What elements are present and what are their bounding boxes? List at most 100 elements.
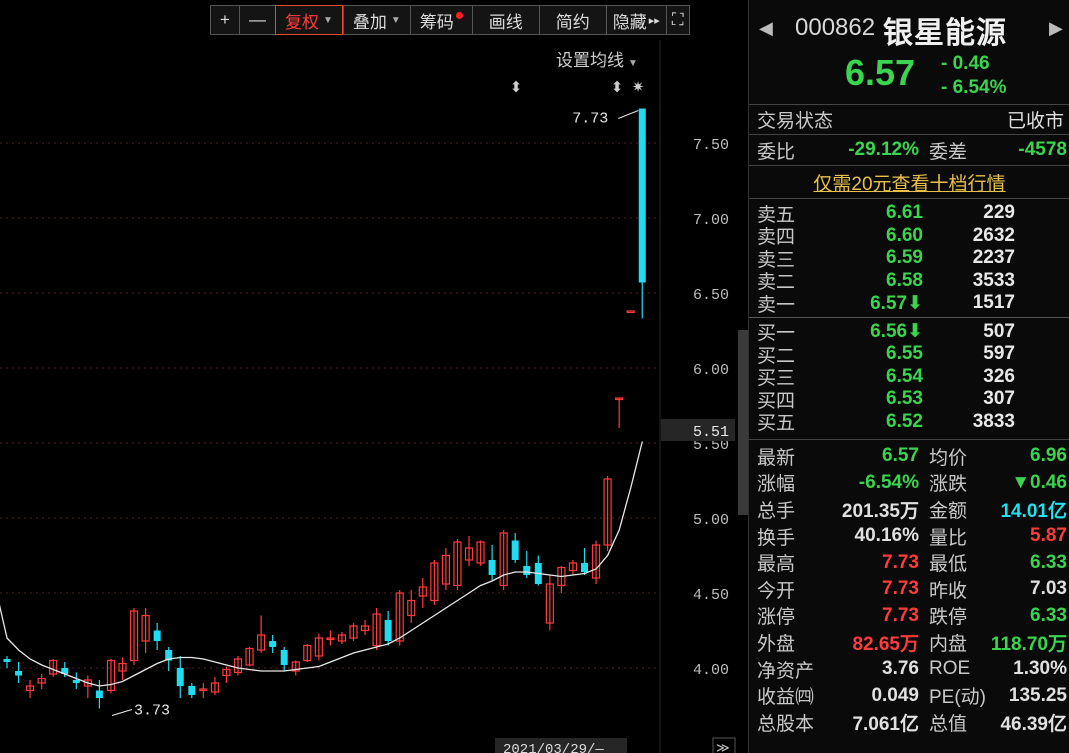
bid-row[interactable]: 买一 6.56⬇ 507 [749, 320, 1069, 345]
order-ratio-row: 委比 -29.12% 委差 -4578 [749, 134, 1069, 165]
notification-dot-icon [455, 11, 463, 19]
stat-label: 涨跌 [929, 474, 968, 496]
plus-icon: + [220, 10, 230, 29]
candle-body [176, 668, 184, 686]
stat-value: 7.73 [882, 551, 919, 573]
candle-body [523, 566, 531, 575]
stat-label: 跌停 [929, 607, 968, 629]
change-amount: - 0.46 [941, 53, 990, 74]
change-percent: - 6.54% [941, 77, 1007, 98]
stat-value: 1.30% [1013, 658, 1067, 680]
stat-label: 最高 [757, 554, 796, 576]
overlay-button[interactable]: 叠加 ▼ [342, 5, 410, 35]
stat-label: 净资产 [757, 660, 815, 682]
quote-panel: ◀ 000862 银星能源 ▶ 6.57 - 0.46 - 6.54% 交易状态… [748, 0, 1069, 753]
previous-stock-arrow-icon[interactable]: ◀ [759, 18, 773, 39]
stat-value: 82.65万 [852, 633, 919, 655]
stats-row: 最新 6.57 均价 6.96 [749, 443, 1069, 470]
adjust-rights-button[interactable]: 复权 ▼ [274, 5, 343, 35]
peak-arrow [618, 110, 639, 119]
quote-header: ◀ 000862 银星能源 ▶ 6.57 - 0.46 - 6.54% [749, 0, 1069, 104]
stat-value: 5.87 [1030, 525, 1067, 547]
trough-price-label: 3.73 [134, 703, 170, 720]
stat-value: 6.96 [1030, 445, 1067, 467]
stat-label: 收益㈣ [757, 687, 815, 709]
ask-volume: 2237 [972, 247, 1015, 269]
date-label: 2021/03/29/— [503, 742, 604, 753]
last-price: 6.57 [845, 52, 916, 93]
stat-value: 3.76 [882, 658, 919, 680]
stat-value: 0.049 [871, 684, 919, 706]
ask-price: 6.60 [886, 224, 923, 246]
stat-value: 6.33 [1030, 551, 1067, 573]
ask-row[interactable]: 卖一 6.57⬇ 1517 [749, 292, 1069, 316]
bid-volume: 3833 [972, 410, 1015, 432]
zoom-in-button[interactable]: + [210, 5, 239, 35]
bid-price: 6.56⬇ [870, 321, 923, 343]
stat-label: 涨幅 [757, 474, 796, 496]
stat-label: ROE [929, 658, 971, 680]
bid-level-label: 买五 [757, 413, 796, 435]
ask-price: 6.57⬇ [870, 292, 923, 314]
bid-row[interactable]: 买二 6.55 597 [749, 343, 1069, 367]
chart-scrollbar[interactable] [738, 330, 748, 515]
draw-line-button[interactable]: 画线 [471, 5, 539, 35]
bid-row[interactable]: 买三 6.54 326 [749, 366, 1069, 390]
ask-row[interactable]: 卖二 6.58 3533 [749, 269, 1069, 294]
stat-value: 14.01亿 [1000, 500, 1067, 522]
ask-row[interactable]: 卖五 6.61 229 [749, 202, 1069, 226]
fast-forward-icon: ▸▸ [648, 14, 660, 27]
next-stock-arrow-icon[interactable]: ▶ [1049, 18, 1063, 39]
ask-row[interactable]: 卖四 6.60 2632 [749, 224, 1069, 249]
stock-code: 000862 [795, 14, 876, 41]
ask-volume: 229 [983, 202, 1015, 224]
fullscreen-button[interactable]: ⛶ [665, 5, 690, 35]
stats-row: 最高 7.73 最低 6.33 [749, 549, 1069, 576]
quote-stats: 最新 6.57 均价 6.96 涨幅 -6.54% 涨跌 ▼0.46 总手 201.35万 金额 14… [749, 439, 1069, 736]
stat-value: 7.73 [882, 604, 919, 626]
ask-row[interactable]: 卖三 6.59 2237 [749, 247, 1069, 271]
event-marker-icon: ✷ [632, 79, 645, 96]
candle-body [384, 620, 392, 641]
stat-label: 今开 [757, 580, 796, 602]
candle-body [72, 680, 80, 683]
y-tick-label: 4.50 [693, 587, 729, 604]
bid-volume: 507 [983, 320, 1015, 342]
caret-down-icon: ▼ [390, 14, 401, 26]
chips-button[interactable]: 筹码 [409, 5, 472, 35]
candle-body [581, 563, 588, 572]
kline-chart[interactable]: 7.507.006.506.005.505.004.504.007.733.73… [0, 0, 740, 753]
stat-value: 118.70万 [990, 633, 1067, 655]
ma-settings-button[interactable]: 设置均线 ▼ [556, 46, 638, 71]
candle-body [3, 659, 11, 662]
stat-value: -6.54% [858, 471, 919, 493]
stat-label: 均价 [929, 447, 968, 469]
simple-mode-button[interactable]: 简约 [538, 5, 606, 35]
bid-row[interactable]: 买五 6.52 3833 [749, 410, 1069, 435]
candle-body [626, 310, 635, 314]
trade-status-row: 交易状态 已收市 [749, 104, 1069, 134]
ten-level-quote-link[interactable]: 仅需20元查看十档行情 [749, 165, 1069, 198]
weicha-value: -4578 [1018, 139, 1067, 160]
stats-row: 涨停 7.73 跌停 6.33 [749, 603, 1069, 630]
stat-value: 201.35万 [841, 500, 919, 522]
stat-value: 46.39亿 [1000, 713, 1067, 735]
candle-body [95, 690, 103, 698]
kline-chart-area[interactable]: 7.50 7.00 6.50 6.00 5.50 5.00 4.50 4.00 7.73 3.73… [0, 0, 740, 753]
hide-button[interactable]: 隐藏 ▸▸ [605, 5, 666, 35]
bid-volume: 307 [983, 388, 1015, 410]
ask-volume: 3533 [972, 269, 1015, 291]
event-marker-icon: ⬍ [510, 79, 523, 96]
stat-label: 总手 [757, 500, 796, 522]
stat-label: 最新 [757, 447, 796, 469]
bid-price: 6.52 [886, 410, 923, 432]
fullscreen-icon: ⛶ [671, 10, 684, 29]
trade-status-label: 交易状态 [757, 111, 834, 132]
ask-price: 6.58 [886, 269, 923, 291]
candle-body [488, 560, 496, 575]
bid-row[interactable]: 买四 6.53 307 [749, 388, 1069, 412]
zoom-out-button[interactable]: — [238, 5, 275, 35]
stats-row: 收益㈣ 0.049 PE(动) 135.25 [749, 682, 1069, 709]
stats-row: 外盘 82.65万 内盘 118.70万 [749, 629, 1069, 656]
stat-value: 6.57 [882, 445, 919, 467]
